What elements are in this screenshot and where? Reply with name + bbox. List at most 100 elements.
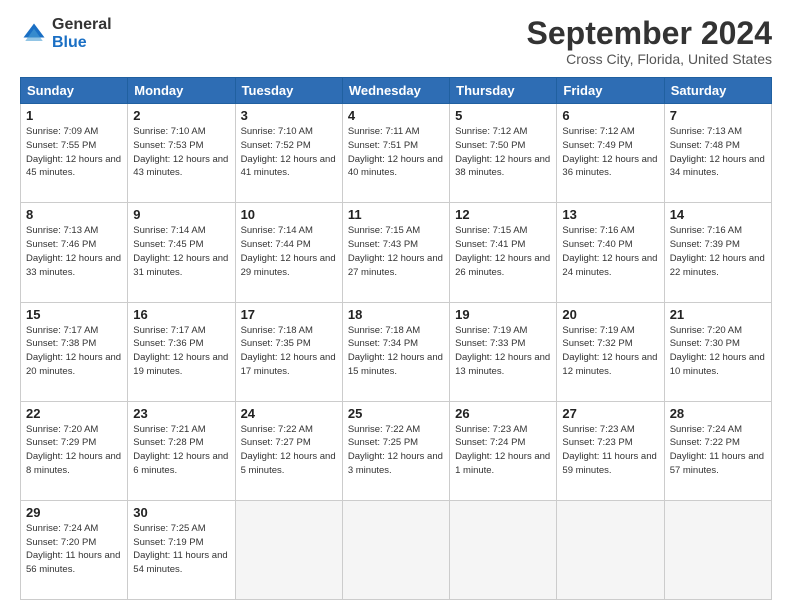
calendar-week-0: 1Sunrise: 7:09 AM Sunset: 7:55 PM Daylig…: [21, 104, 772, 203]
calendar-cell: 19 Sunrise: 7:19 AM Sunset: 7:33 PM Dayli…: [450, 302, 557, 401]
day-number: 15: [26, 307, 122, 322]
day-info: Sunrise: 7:11 AM Sunset: 7:51 PM Dayligh…: [348, 125, 444, 180]
title-area: September 2024 Cross City, Florida, Unit…: [527, 16, 772, 67]
col-tuesday: Tuesday: [235, 78, 342, 104]
day-info: Sunrise: 7:23 AM Sunset: 7:24 PM Dayligh…: [455, 423, 551, 478]
calendar-cell: 24Sunrise: 7:22 AM Sunset: 7:27 PM Dayli…: [235, 401, 342, 500]
day-number: 16: [133, 307, 229, 322]
page: General Blue September 2024 Cross City, …: [0, 0, 792, 612]
calendar-cell: 20 Sunrise: 7:19 AM Sunset: 7:32 PM Dayli…: [557, 302, 664, 401]
col-thursday: Thursday: [450, 78, 557, 104]
calendar-cell: 28Sunrise: 7:24 AM Sunset: 7:22 PM Dayli…: [664, 401, 771, 500]
calendar-cell: 18 Sunrise: 7:18 AM Sunset: 7:34 PM Dayli…: [342, 302, 449, 401]
logo-blue-text: Blue: [52, 34, 87, 51]
calendar-cell: 2 Sunrise: 7:10 AM Sunset: 7:53 PM Daylig…: [128, 104, 235, 203]
calendar-cell: 3 Sunrise: 7:10 AM Sunset: 7:52 PM Daylig…: [235, 104, 342, 203]
day-info: Sunrise: 7:13 AM Sunset: 7:46 PM Dayligh…: [26, 224, 122, 279]
day-info: Sunrise: 7:19 AM Sunset: 7:33 PM Dayligh…: [455, 324, 551, 379]
day-number: 10: [241, 207, 337, 222]
calendar-week-1: 8 Sunrise: 7:13 AM Sunset: 7:46 PM Daylig…: [21, 203, 772, 302]
day-number: 23: [133, 406, 229, 421]
calendar-cell: [557, 500, 664, 599]
day-number: 25: [348, 406, 444, 421]
col-saturday: Saturday: [664, 78, 771, 104]
day-number: 9: [133, 207, 229, 222]
calendar-cell: 11Sunrise: 7:15 AM Sunset: 7:43 PM Dayli…: [342, 203, 449, 302]
day-info: Sunrise: 7:20 AM Sunset: 7:29 PM Dayligh…: [26, 423, 122, 478]
day-info: Sunrise: 7:18 AM Sunset: 7:34 PM Dayligh…: [348, 324, 444, 379]
day-number: 3: [241, 108, 337, 123]
day-number: 8: [26, 207, 122, 222]
calendar-cell: 1Sunrise: 7:09 AM Sunset: 7:55 PM Daylig…: [21, 104, 128, 203]
day-number: 30: [133, 505, 229, 520]
day-number: 29: [26, 505, 122, 520]
logo: General Blue: [20, 16, 112, 51]
day-info: Sunrise: 7:19 AM Sunset: 7:32 PM Dayligh…: [562, 324, 658, 379]
col-monday: Monday: [128, 78, 235, 104]
day-info: Sunrise: 7:12 AM Sunset: 7:50 PM Dayligh…: [455, 125, 551, 180]
day-info: Sunrise: 7:14 AM Sunset: 7:45 PM Dayligh…: [133, 224, 229, 279]
day-number: 5: [455, 108, 551, 123]
day-info: Sunrise: 7:16 AM Sunset: 7:40 PM Dayligh…: [562, 224, 658, 279]
day-info: Sunrise: 7:22 AM Sunset: 7:25 PM Dayligh…: [348, 423, 444, 478]
calendar-cell: 6 Sunrise: 7:12 AM Sunset: 7:49 PM Daylig…: [557, 104, 664, 203]
calendar-cell: 9 Sunrise: 7:14 AM Sunset: 7:45 PM Daylig…: [128, 203, 235, 302]
calendar-cell: 17Sunrise: 7:18 AM Sunset: 7:35 PM Dayli…: [235, 302, 342, 401]
calendar-cell: 13 Sunrise: 7:16 AM Sunset: 7:40 PM Dayli…: [557, 203, 664, 302]
month-title: September 2024: [527, 16, 772, 51]
day-info: Sunrise: 7:13 AM Sunset: 7:48 PM Dayligh…: [670, 125, 766, 180]
calendar-cell: 21Sunrise: 7:20 AM Sunset: 7:30 PM Dayli…: [664, 302, 771, 401]
day-number: 14: [670, 207, 766, 222]
col-wednesday: Wednesday: [342, 78, 449, 104]
calendar-week-4: 29 Sunrise: 7:24 AM Sunset: 7:20 PM Dayli…: [21, 500, 772, 599]
day-info: Sunrise: 7:17 AM Sunset: 7:38 PM Dayligh…: [26, 324, 122, 379]
logo-icon: [20, 20, 48, 48]
day-number: 13: [562, 207, 658, 222]
calendar-cell: 10 Sunrise: 7:14 AM Sunset: 7:44 PM Dayli…: [235, 203, 342, 302]
day-info: Sunrise: 7:12 AM Sunset: 7:49 PM Dayligh…: [562, 125, 658, 180]
day-info: Sunrise: 7:14 AM Sunset: 7:44 PM Dayligh…: [241, 224, 337, 279]
day-info: Sunrise: 7:15 AM Sunset: 7:41 PM Dayligh…: [455, 224, 551, 279]
calendar-cell: 12Sunrise: 7:15 AM Sunset: 7:41 PM Dayli…: [450, 203, 557, 302]
logo-general-text: General: [52, 16, 112, 33]
calendar-cell: 16 Sunrise: 7:17 AM Sunset: 7:36 PM Dayli…: [128, 302, 235, 401]
day-number: 4: [348, 108, 444, 123]
day-info: Sunrise: 7:21 AM Sunset: 7:28 PM Dayligh…: [133, 423, 229, 478]
day-info: Sunrise: 7:22 AM Sunset: 7:27 PM Dayligh…: [241, 423, 337, 478]
calendar-cell: 27 Sunrise: 7:23 AM Sunset: 7:23 PM Dayli…: [557, 401, 664, 500]
calendar-cell: 8 Sunrise: 7:13 AM Sunset: 7:46 PM Daylig…: [21, 203, 128, 302]
calendar-cell: 23 Sunrise: 7:21 AM Sunset: 7:28 PM Dayli…: [128, 401, 235, 500]
calendar-cell: 14 Sunrise: 7:16 AM Sunset: 7:39 PM Dayli…: [664, 203, 771, 302]
calendar-week-2: 15 Sunrise: 7:17 AM Sunset: 7:38 PM Dayli…: [21, 302, 772, 401]
calendar-cell: 30Sunrise: 7:25 AM Sunset: 7:19 PM Dayli…: [128, 500, 235, 599]
day-info: Sunrise: 7:23 AM Sunset: 7:23 PM Dayligh…: [562, 423, 658, 478]
location: Cross City, Florida, United States: [527, 51, 772, 67]
calendar-cell: 22 Sunrise: 7:20 AM Sunset: 7:29 PM Dayli…: [21, 401, 128, 500]
day-number: 11: [348, 207, 444, 222]
day-number: 6: [562, 108, 658, 123]
day-info: Sunrise: 7:17 AM Sunset: 7:36 PM Dayligh…: [133, 324, 229, 379]
day-number: 1: [26, 108, 122, 123]
day-info: Sunrise: 7:16 AM Sunset: 7:39 PM Dayligh…: [670, 224, 766, 279]
calendar-cell: 15 Sunrise: 7:17 AM Sunset: 7:38 PM Dayli…: [21, 302, 128, 401]
day-number: 26: [455, 406, 551, 421]
day-number: 19: [455, 307, 551, 322]
calendar-header-row: Sunday Monday Tuesday Wednesday Thursday…: [21, 78, 772, 104]
day-info: Sunrise: 7:10 AM Sunset: 7:53 PM Dayligh…: [133, 125, 229, 180]
day-info: Sunrise: 7:10 AM Sunset: 7:52 PM Dayligh…: [241, 125, 337, 180]
day-number: 2: [133, 108, 229, 123]
calendar-cell: 4 Sunrise: 7:11 AM Sunset: 7:51 PM Daylig…: [342, 104, 449, 203]
day-number: 18: [348, 307, 444, 322]
day-number: 20: [562, 307, 658, 322]
calendar-cell: [450, 500, 557, 599]
col-sunday: Sunday: [21, 78, 128, 104]
calendar-cell: [235, 500, 342, 599]
day-number: 22: [26, 406, 122, 421]
day-info: Sunrise: 7:24 AM Sunset: 7:20 PM Dayligh…: [26, 522, 122, 577]
calendar-cell: 7Sunrise: 7:13 AM Sunset: 7:48 PM Daylig…: [664, 104, 771, 203]
day-info: Sunrise: 7:18 AM Sunset: 7:35 PM Dayligh…: [241, 324, 337, 379]
calendar-cell: 5 Sunrise: 7:12 AM Sunset: 7:50 PM Daylig…: [450, 104, 557, 203]
day-info: Sunrise: 7:20 AM Sunset: 7:30 PM Dayligh…: [670, 324, 766, 379]
calendar-cell: 29 Sunrise: 7:24 AM Sunset: 7:20 PM Dayli…: [21, 500, 128, 599]
day-number: 27: [562, 406, 658, 421]
